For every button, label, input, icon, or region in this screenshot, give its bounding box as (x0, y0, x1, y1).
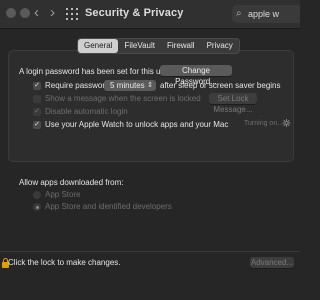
tab-filevault[interactable]: FileVault (118, 39, 161, 53)
tab-general[interactable]: General (78, 39, 119, 53)
tab-firewall[interactable]: Firewall (161, 39, 201, 53)
forward-arrow-icon[interactable]: › (50, 4, 55, 22)
allow-apps-heading: Allow apps downloaded from: (19, 178, 124, 187)
minimize-window-button[interactable] (20, 8, 30, 18)
require-password-checkbox[interactable]: ✓ (33, 82, 41, 90)
require-password-delay-select[interactable]: 5 minutes ⇕ (104, 80, 156, 91)
show-all-grid-icon[interactable] (66, 8, 78, 20)
tab-privacy[interactable]: Privacy (201, 39, 239, 53)
set-lock-message-button[interactable]: Set Lock Message... (209, 93, 257, 114)
search-input[interactable] (248, 6, 298, 22)
search-field[interactable]: ⌕ (232, 5, 300, 23)
lock-hint-label: Click the lock to make changes. (8, 258, 121, 267)
apple-watch-label: Use your Apple Watch to unlock apps and … (45, 120, 229, 129)
apple-watch-status: Turning on... (244, 120, 284, 127)
app-store-identified-developers-label: App Store and identified developers (45, 202, 172, 211)
tab-bar: General FileVault Firewall Privacy (77, 38, 240, 54)
app-store-label: App Store (45, 190, 81, 199)
window-title: Security & Privacy (85, 7, 184, 19)
close-window-button[interactable] (6, 8, 16, 18)
progress-spinner-icon (282, 119, 290, 127)
show-message-label: Show a message when the screen is locked (45, 94, 201, 103)
window-toolbar: ‹ › Security & Privacy ⌕ (0, 0, 300, 29)
require-password-label: Require password (45, 81, 110, 90)
show-message-checkbox[interactable] (33, 95, 41, 103)
bottom-bar: Click the lock to make changes. Advanced… (0, 251, 300, 272)
login-password-label: A login password has been set for this u… (19, 67, 172, 76)
app-store-identified-developers-radio[interactable] (33, 203, 41, 211)
chevron-updown-icon: ⇕ (147, 82, 153, 89)
disable-auto-login-label: Disable automatic login (45, 107, 128, 116)
require-password-suffix-label: after sleep or screen saver begins (160, 81, 281, 90)
disable-auto-login-checkbox[interactable]: ✓ (33, 108, 41, 116)
app-store-radio[interactable] (33, 191, 41, 199)
require-password-delay-value: 5 minutes (110, 81, 145, 90)
back-arrow-icon[interactable]: ‹ (34, 4, 39, 22)
advanced-button[interactable]: Advanced... (250, 257, 294, 268)
search-icon: ⌕ (236, 8, 242, 19)
apple-watch-checkbox[interactable]: ✓ (33, 121, 41, 129)
change-password-button[interactable]: Change Password... (160, 65, 232, 86)
